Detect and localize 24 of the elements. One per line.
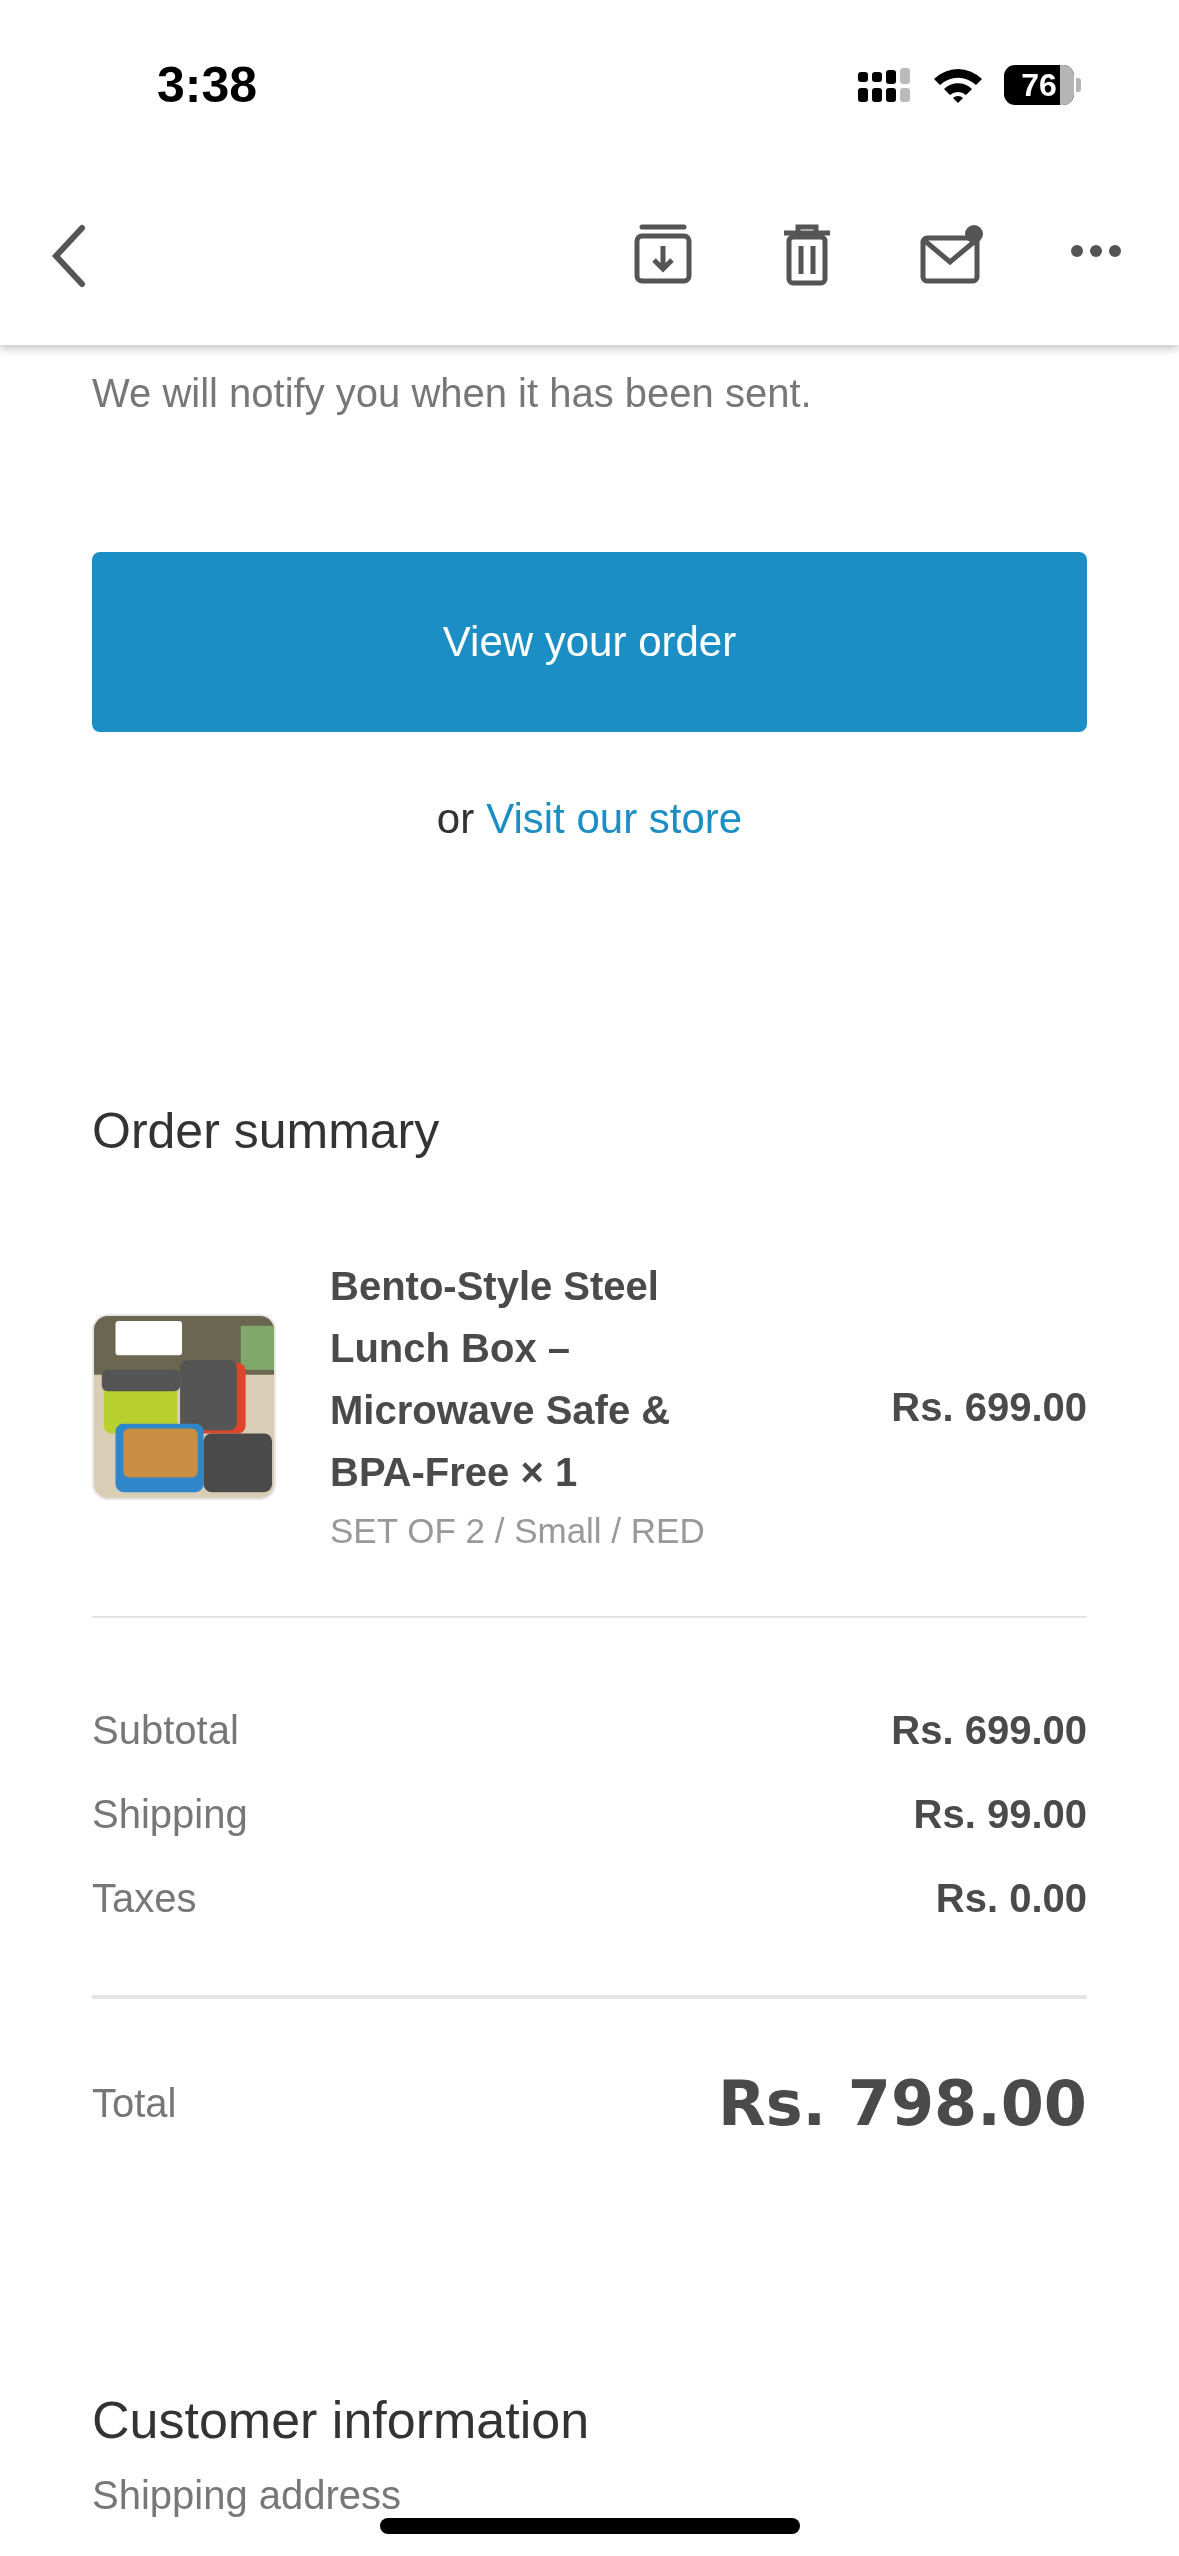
- view-order-button[interactable]: View your order: [92, 552, 1087, 732]
- summary-value: Rs. 699.00: [891, 1707, 1087, 1753]
- signal-icon: [858, 68, 912, 102]
- total-value: Rs. 798.00: [717, 2066, 1087, 2140]
- unread-mail-button[interactable]: [920, 224, 984, 287]
- product-variant: SET OF 2 / Small / RED: [330, 1510, 706, 1552]
- summary-label: Shipping: [92, 1791, 248, 1837]
- product-price: Rs. 699.00: [891, 1384, 1087, 1430]
- or-text: or: [436, 794, 475, 844]
- section-title: Order summary: [92, 1102, 441, 1161]
- section-title: Customer information: [92, 2390, 591, 2451]
- status-time: 3:38: [157, 56, 259, 114]
- message-line: We will notify you when it has been sent.: [92, 370, 813, 417]
- summary-value: Rs. 99.00: [913, 1791, 1087, 1837]
- store-link[interactable]: Visit our store: [486, 789, 743, 849]
- shipping-address-label: Shipping address: [92, 2473, 403, 2517]
- summary-label: Taxes: [92, 1875, 197, 1921]
- wifi-icon: [932, 67, 984, 103]
- product-name: Bento-Style Steel Lunch Box – Microwave Safe & BPA-Free × 1: [330, 1263, 672, 1496]
- summary-label: Subtotal: [92, 1707, 239, 1753]
- total-label: Total: [92, 2080, 177, 2126]
- trash-button[interactable]: [782, 224, 832, 289]
- summary-value: Rs. 0.00: [935, 1875, 1087, 1921]
- archive-button[interactable]: [634, 224, 692, 287]
